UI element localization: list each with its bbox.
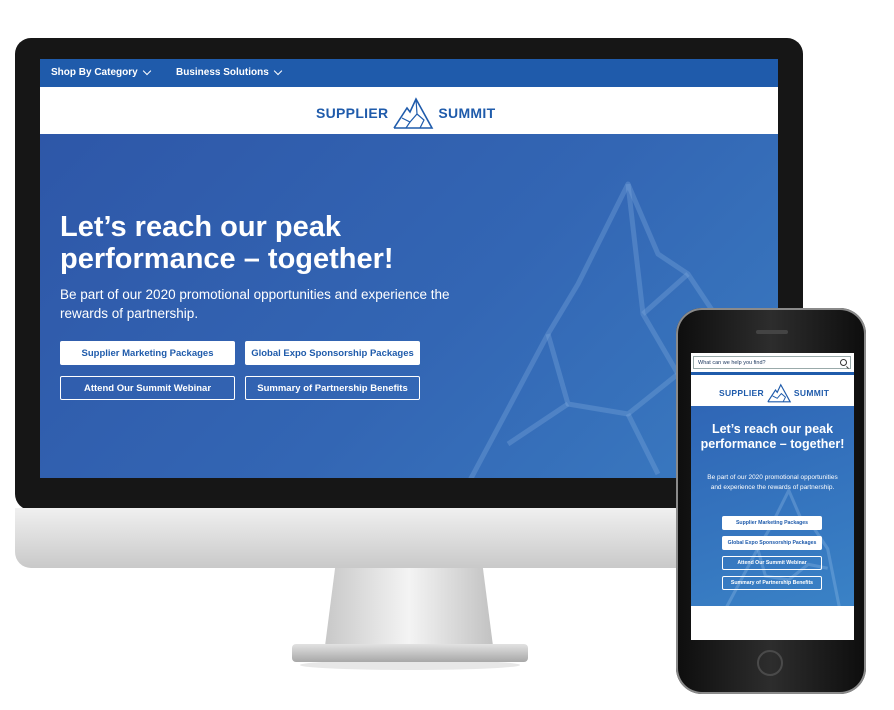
phone-home-button[interactable] <box>757 650 783 676</box>
chevron-down-icon <box>142 66 151 76</box>
desktop-screen: Shop By Category Business Solutions SUPP… <box>40 59 778 478</box>
mobile-screen: What can we help you find? SUPPLIER SUMM… <box>691 353 854 640</box>
desktop-header: SUPPLIER SUMMIT <box>40 87 778 134</box>
global-expo-sponsorship-button[interactable]: Global Expo Sponsorship Packages <box>245 341 420 365</box>
phone-speaker <box>756 330 788 334</box>
monitor-stand-neck <box>325 568 493 646</box>
nav-shop-by-category[interactable]: Shop By Category <box>51 66 151 78</box>
mobile-hero: Let’s reach our peak performance – toget… <box>691 406 854 606</box>
mountain-icon <box>393 97 434 129</box>
logo-text-right: SUMMIT <box>793 388 830 398</box>
mobile-hero-subtext: Be part of our 2020 promotional opportun… <box>707 474 838 491</box>
mobile-global-expo-sponsorship-button[interactable]: Global Expo Sponsorship Packages <box>722 536 822 550</box>
mobile-search-input[interactable]: What can we help you find? <box>693 356 851 369</box>
summary-partnership-benefits-button[interactable]: Summary of Partnership Benefits <box>245 376 420 400</box>
mobile-nav-bar <box>691 372 854 375</box>
mobile-hero-headline: Let’s reach our peak performance – toget… <box>700 422 845 451</box>
mobile-supplier-marketing-packages-button[interactable]: Supplier Marketing Packages <box>722 516 822 530</box>
nav-item-label: Business Solutions <box>176 67 269 78</box>
hero-subtext: Be part of our 2020 promotional opportun… <box>60 287 450 321</box>
attend-summit-webinar-button[interactable]: Attend Our Summit Webinar <box>60 376 235 400</box>
monitor-stand-base <box>292 644 528 662</box>
logo-text-right: SUMMIT <box>438 105 496 121</box>
supplier-marketing-packages-button[interactable]: Supplier Marketing Packages <box>60 341 235 365</box>
chevron-down-icon <box>273 66 283 76</box>
supplier-summit-logo[interactable]: SUPPLIER SUMMIT <box>316 96 495 130</box>
mountain-icon <box>767 383 792 403</box>
nav-business-solutions[interactable]: Business Solutions <box>176 66 283 78</box>
nav-item-label: Shop By Category <box>51 67 138 78</box>
mobile-attend-summit-webinar-button[interactable]: Attend Our Summit Webinar <box>722 556 822 570</box>
desktop-hero: Let’s reach our peak performance – toget… <box>40 134 778 478</box>
mobile-phone: What can we help you find? SUPPLIER SUMM… <box>676 308 866 694</box>
search-icon[interactable] <box>840 359 847 366</box>
logo-text-left: SUPPLIER <box>316 105 389 121</box>
desktop-top-nav: Shop By Category Business Solutions <box>40 59 778 87</box>
mobile-supplier-summit-logo[interactable]: SUPPLIER SUMMIT <box>719 383 829 403</box>
hero-headline: Let’s reach our peak performance – toget… <box>60 211 394 275</box>
mobile-summary-partnership-benefits-button[interactable]: Summary of Partnership Benefits <box>722 576 822 590</box>
search-placeholder: What can we help you find? <box>698 360 766 366</box>
logo-text-left: SUPPLIER <box>719 388 764 398</box>
